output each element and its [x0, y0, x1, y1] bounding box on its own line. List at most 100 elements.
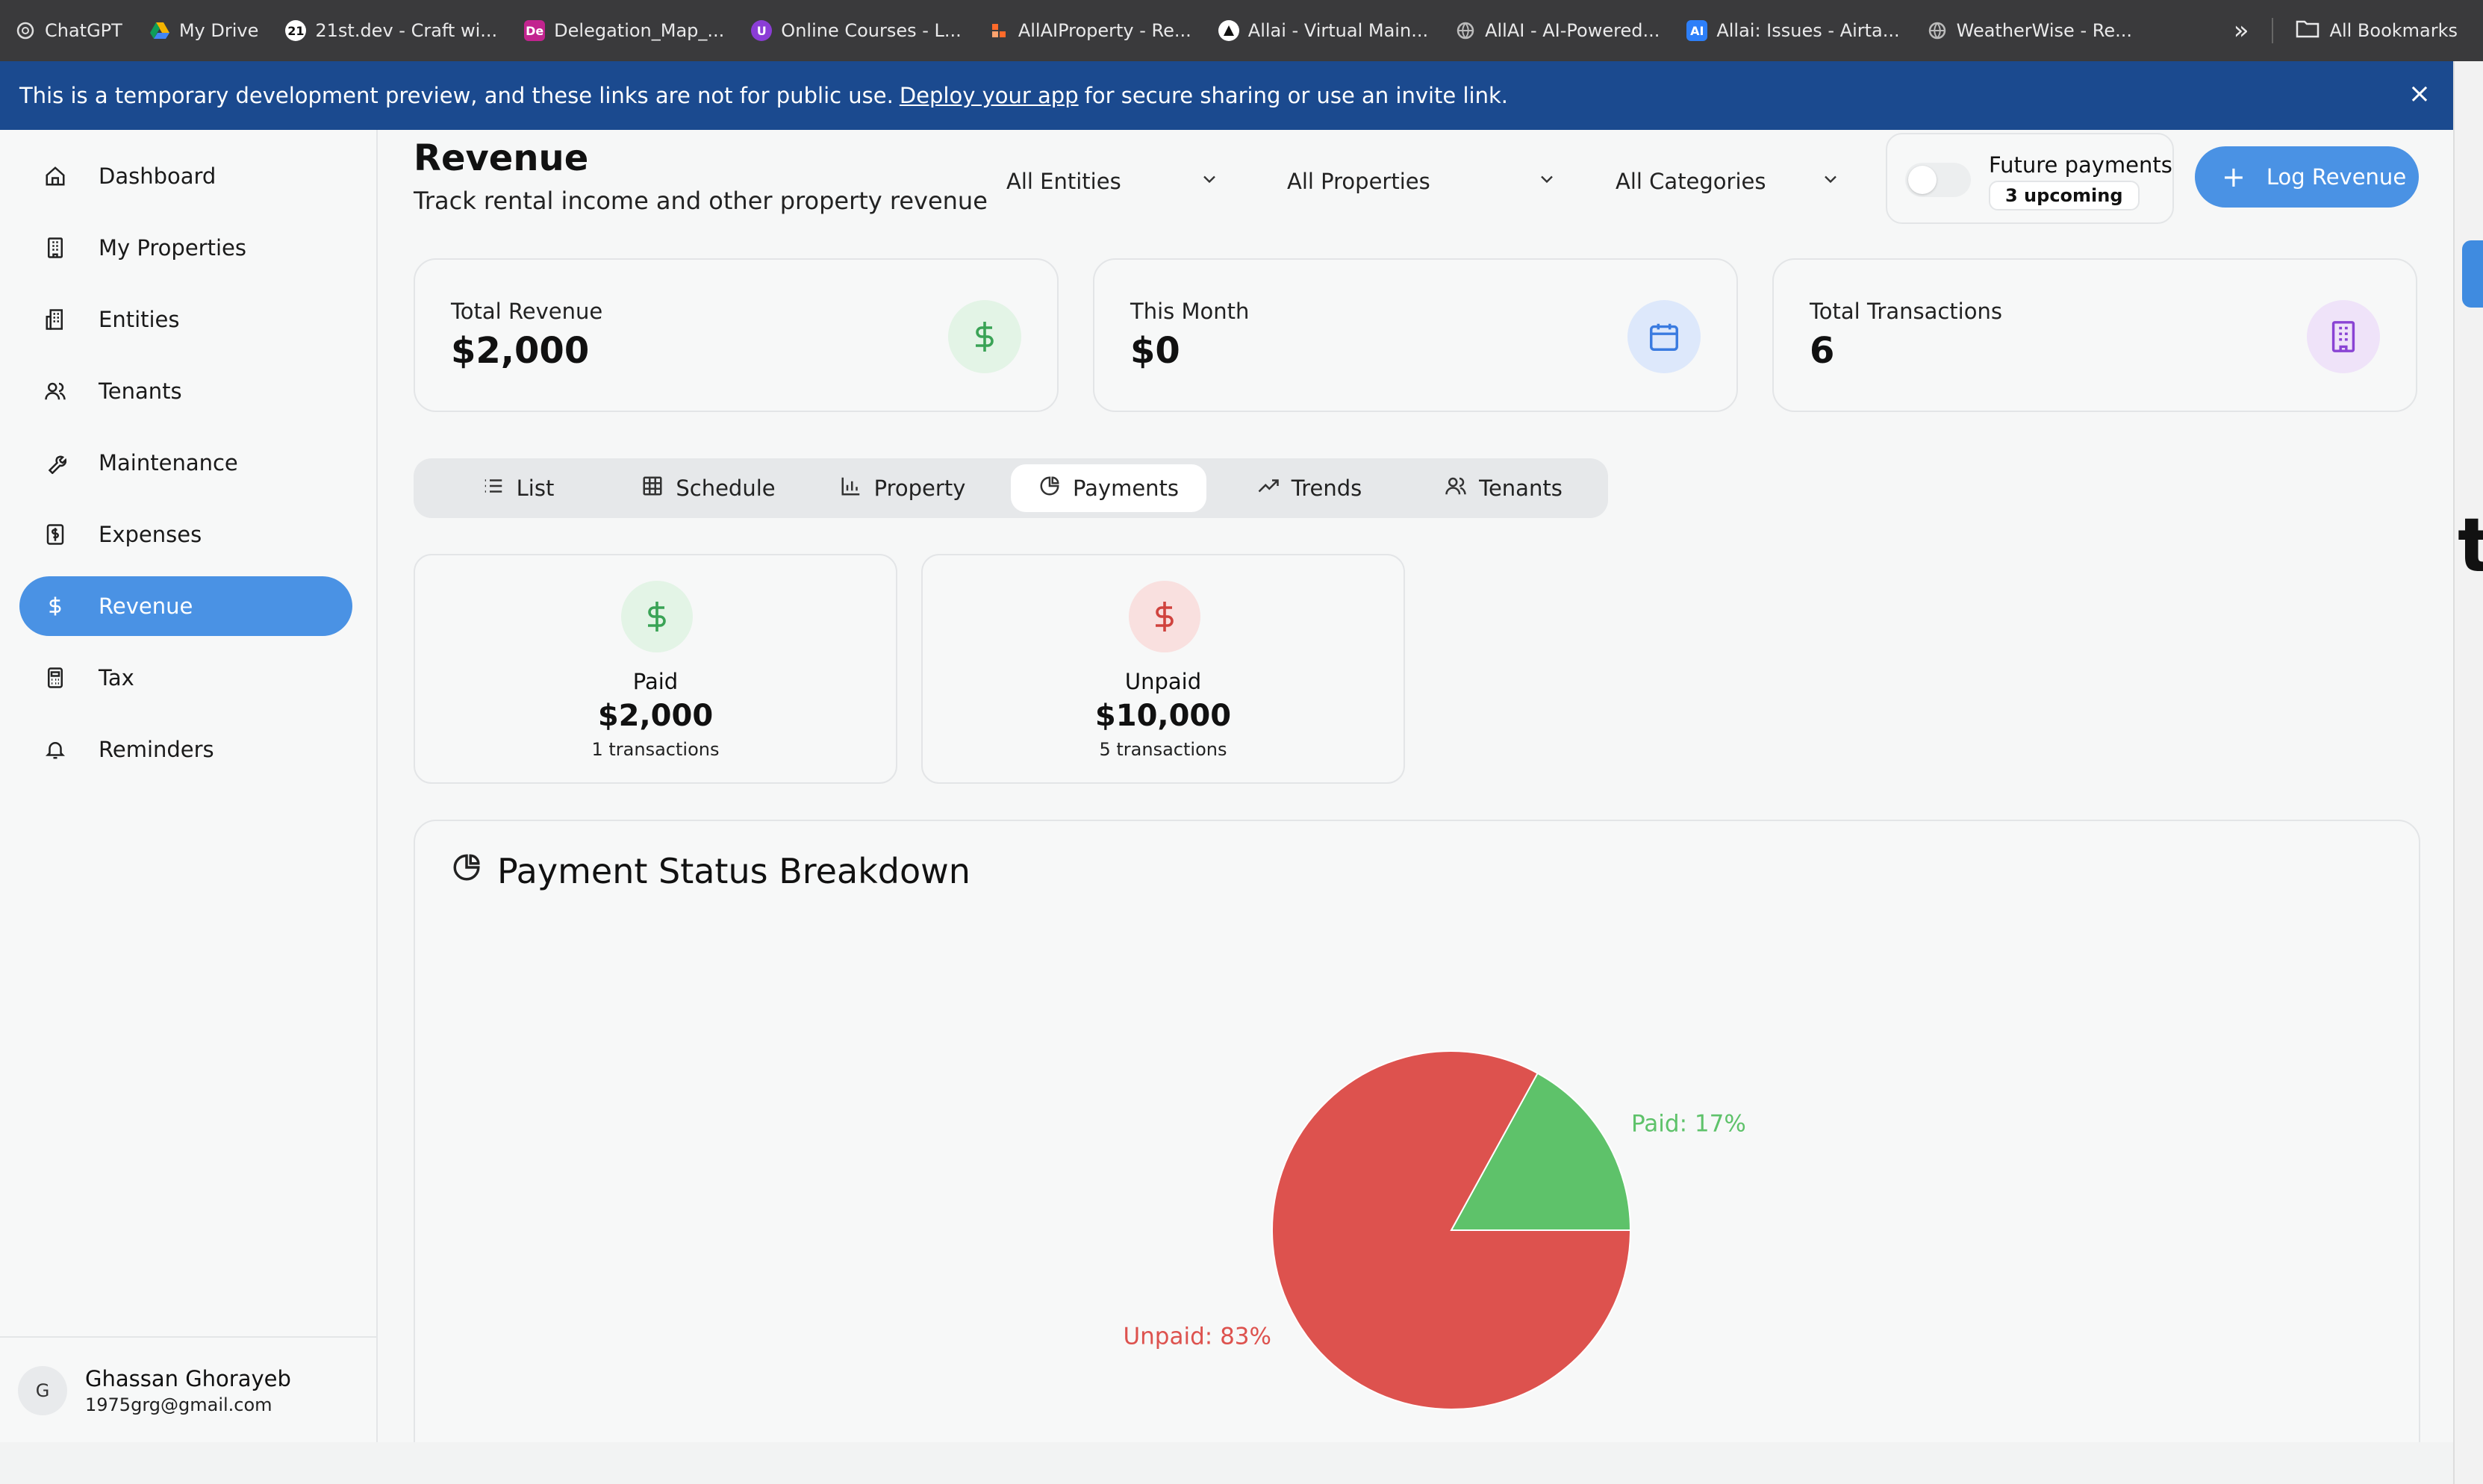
bookmark-21st[interactable]: 21 21st.dev - Craft wi...: [285, 20, 497, 41]
pie-label-unpaid: Unpaid: 83%: [1123, 1324, 1271, 1350]
view-tabs: List Schedule Property Payments Trends T…: [414, 458, 1608, 518]
sidebar-item-my-properties[interactable]: My Properties: [19, 218, 352, 278]
categories-filter-select[interactable]: All Categories: [1598, 152, 1860, 211]
future-payments-card: Future payments 3 upcoming: [1886, 133, 2174, 224]
future-payments-toggle[interactable]: [1905, 163, 1971, 197]
bookmark-allai-virtual[interactable]: Allai - Virtual Main...: [1218, 20, 1428, 41]
close-banner-button[interactable]: ×: [2408, 81, 2431, 107]
entities-icon: [42, 306, 69, 333]
more-bookmarks-button[interactable]: »: [2234, 16, 2249, 46]
sidebar-item-dashboard[interactable]: Dashboard: [19, 146, 352, 206]
home-icon: [42, 163, 69, 190]
deploy-app-link[interactable]: Deploy your app: [900, 83, 1079, 108]
building-icon: [2307, 300, 2380, 373]
globe-icon: [1455, 20, 1476, 41]
sidebar-item-maintenance[interactable]: Maintenance: [19, 433, 352, 493]
paid-amount: $2,000: [597, 699, 714, 733]
grid-icon: [641, 475, 676, 502]
calendar-icon: [1627, 300, 1701, 373]
tab-label: Tenants: [1479, 476, 1563, 501]
pie-chart: Paid: 17% Unpaid: 83%: [1123, 1050, 1746, 1410]
tab-tenants[interactable]: Tenants: [1414, 464, 1593, 512]
stat-card-this-month: This Month $0: [1093, 258, 1738, 412]
sidebar-item-tax[interactable]: Tax: [19, 648, 352, 708]
unpaid-label: Unpaid: [1124, 669, 1202, 694]
future-payments-label: Future payments: [1989, 152, 2172, 178]
bookmark-my-drive[interactable]: My Drive: [149, 20, 258, 41]
bookmark-allaiproperty[interactable]: AllAIProperty - Re...: [988, 20, 1191, 41]
categories-filter-value: All Categories: [1616, 169, 1766, 194]
sidebar-item-label: Tax: [99, 665, 134, 690]
paid-label: Paid: [632, 669, 679, 694]
bookmark-weatherwise[interactable]: WeatherWise - Re...: [1927, 20, 2132, 41]
sidebar-divider: [0, 1336, 378, 1338]
plus-icon: +: [2222, 160, 2246, 193]
tab-payments[interactable]: Payments: [1011, 464, 1206, 512]
stat-card-total-transactions: Total Transactions 6: [1772, 258, 2417, 412]
stat-card-total-revenue: Total Revenue $2,000: [414, 258, 1059, 412]
bar-chart-icon: [840, 475, 874, 502]
pie-chart-icon: [1038, 475, 1073, 502]
sidebar-item-entities[interactable]: Entities: [19, 290, 352, 349]
sidebar-item-expenses[interactable]: Expenses: [19, 505, 352, 564]
chevron-down-icon: [1536, 169, 1557, 195]
entities-filter-select[interactable]: All Entities: [988, 152, 1239, 211]
de-icon: De: [524, 20, 546, 41]
bookmarks-right: » All Bookmarks: [2234, 0, 2458, 61]
sidebar-item-reminders[interactable]: Reminders: [19, 720, 352, 779]
bottom-strip: [0, 1442, 2453, 1484]
bookmarks-separator: [2271, 18, 2273, 43]
drive-icon: [149, 20, 170, 41]
folder-icon: [2296, 19, 2320, 43]
avatar: G: [18, 1366, 67, 1415]
toggle-knob: [1908, 166, 1937, 194]
sidebar-item-label: Maintenance: [99, 450, 238, 476]
user-profile[interactable]: G Ghassan Ghorayeb 1975grg@gmail.com: [18, 1366, 291, 1415]
tab-schedule[interactable]: Schedule: [615, 464, 802, 512]
receipt-icon: [42, 521, 69, 548]
payment-status-chart-card: Payment Status Breakdown Paid: 17% Unpaid…: [414, 820, 2420, 1442]
log-revenue-button[interactable]: + Log Revenue: [2195, 146, 2419, 208]
courses-icon: U: [751, 20, 773, 41]
sidebar-item-tenants[interactable]: Tenants: [19, 361, 352, 421]
tab-trends[interactable]: Trends: [1220, 464, 1399, 512]
tab-label: Payments: [1072, 476, 1180, 501]
user-name: Ghassan Ghorayeb: [85, 1366, 291, 1391]
bookmark-allai-issues[interactable]: AI Allai: Issues - Airta...: [1686, 20, 1900, 41]
paid-summary-card: Paid $2,000 1 transactions: [414, 554, 897, 784]
user-email: 1975grg@gmail.com: [85, 1394, 272, 1415]
building-icon: [42, 234, 69, 261]
dollar-icon: [948, 300, 1021, 373]
bookmark-online-courses[interactable]: U Online Courses - L...: [751, 20, 962, 41]
stat-value: 6: [1810, 330, 1835, 372]
globe-icon: [1927, 20, 1948, 41]
paid-count: 1 transactions: [591, 739, 720, 760]
tab-label: List: [516, 476, 555, 501]
dollar-icon: [621, 581, 693, 652]
cutoff-button: [2462, 240, 2483, 308]
bookmark-chatgpt[interactable]: ChatGPT: [15, 20, 122, 41]
bell-icon: [42, 736, 69, 763]
tab-property[interactable]: Property: [809, 464, 996, 512]
users-icon: [42, 378, 69, 405]
chatgpt-icon: [15, 20, 36, 41]
users-icon: [1445, 475, 1479, 502]
all-bookmarks-button[interactable]: All Bookmarks: [2330, 20, 2458, 41]
banner-text-after: for secure sharing or use an invite link…: [1084, 83, 1508, 108]
calculator-icon: [42, 664, 69, 691]
bookmark-delegation-map[interactable]: De Delegation_Map_...: [524, 20, 724, 41]
sidebar-item-revenue[interactable]: Revenue: [19, 576, 352, 636]
stat-label: Total Transactions: [1810, 299, 2002, 324]
stat-value: $0: [1130, 330, 1180, 372]
log-revenue-label: Log Revenue: [2266, 164, 2407, 190]
property-icon: [988, 20, 1009, 41]
main-content: Revenue Track rental income and other pr…: [379, 130, 2453, 1442]
tab-list[interactable]: List: [429, 464, 608, 512]
page-subtitle: Track rental income and other property r…: [414, 187, 988, 215]
banner-text: This is a temporary development preview,…: [19, 83, 894, 108]
sidebar-item-label: Revenue: [99, 593, 193, 619]
unpaid-summary-card: Unpaid $10,000 5 transactions: [921, 554, 1405, 784]
bookmark-allai-powered[interactable]: AllAI - AI-Powered...: [1455, 20, 1660, 41]
properties-filter-select[interactable]: All Properties: [1269, 152, 1577, 211]
page-title: Revenue: [414, 137, 589, 179]
